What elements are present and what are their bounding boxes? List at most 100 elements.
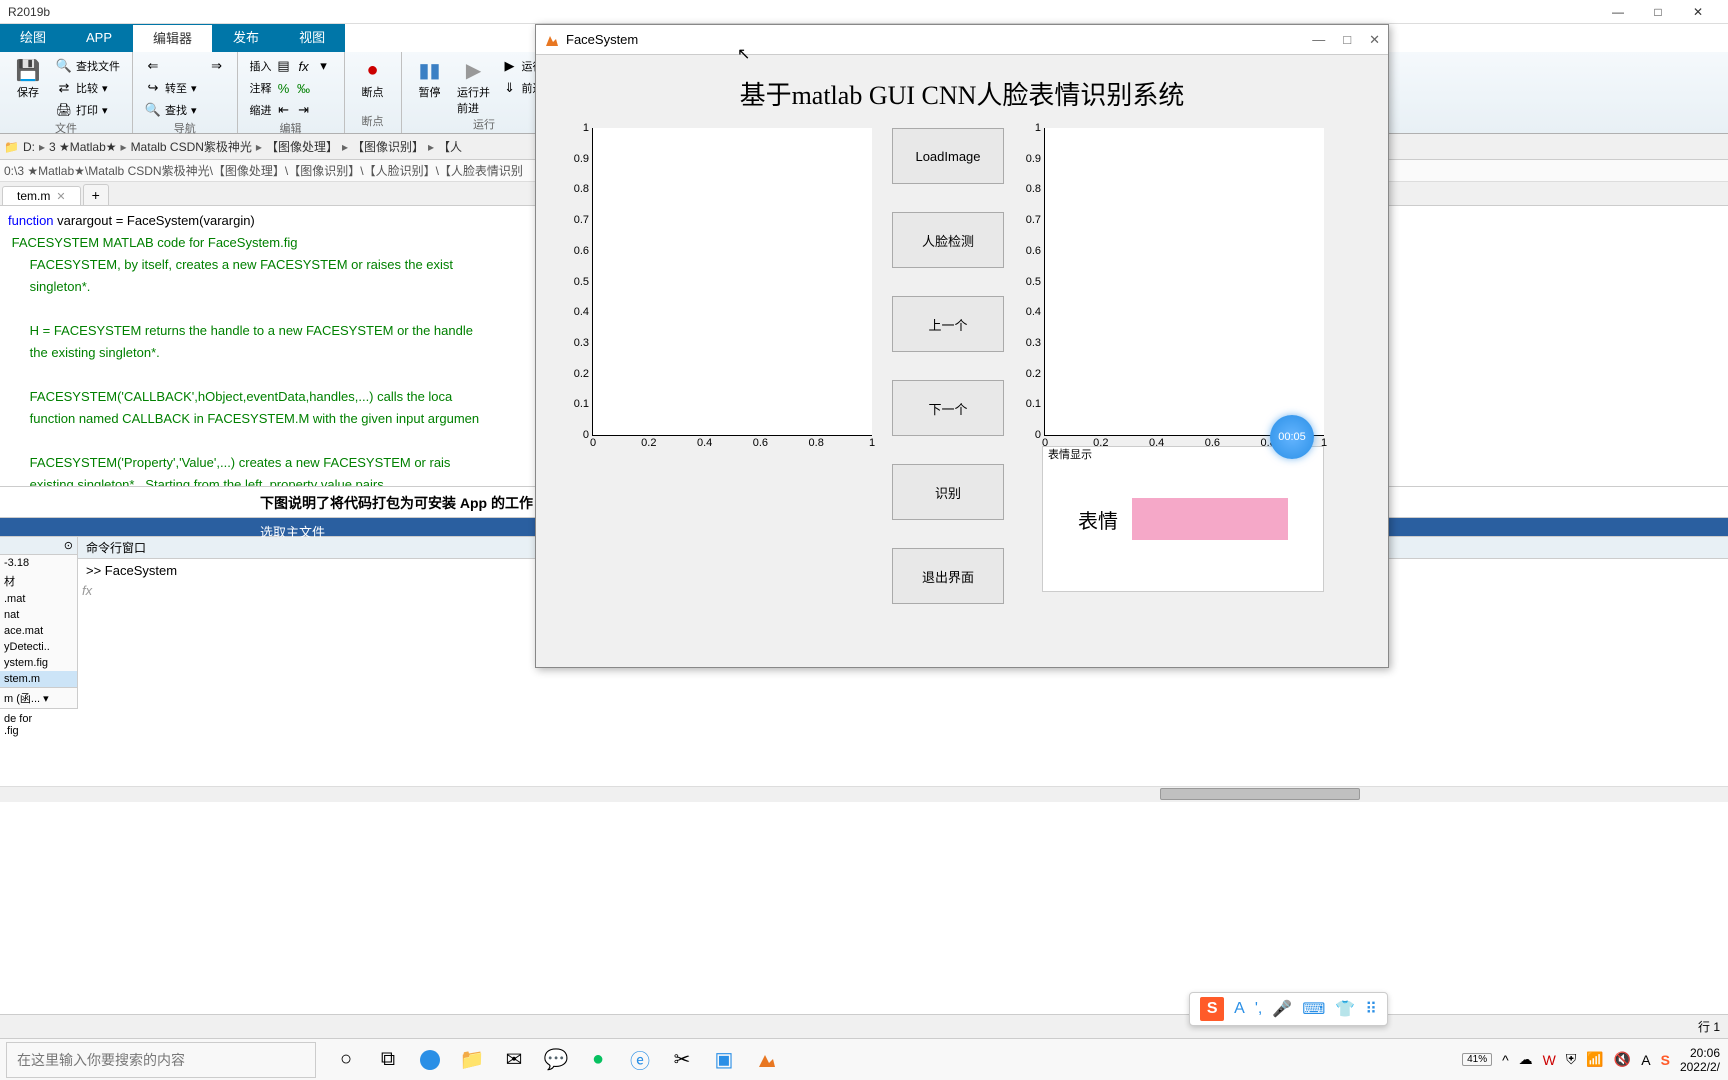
addr-seg-1[interactable]: 3 ★Matlab★ — [49, 140, 117, 154]
tab-plot[interactable]: 绘图 — [0, 24, 66, 52]
nav-fwd-button[interactable]: ⇒ — [205, 56, 229, 76]
ime-toolbar[interactable]: S A ', 🎤 ⌨ 👕 ⠿ — [1189, 992, 1388, 1026]
exit-button[interactable]: 退出界面 — [892, 548, 1004, 604]
fig-maximize-icon[interactable]: □ — [1343, 32, 1351, 48]
ime-punct-icon[interactable]: ', — [1255, 1000, 1263, 1018]
window-titlebar: R2019b — □ ✕ — [0, 0, 1728, 24]
panel-menu-icon[interactable]: ⊙ — [64, 539, 73, 552]
prev-button[interactable]: 上一个 — [892, 296, 1004, 352]
tray-volume-icon[interactable]: 🔇 — [1614, 1051, 1631, 1068]
ime-skin-icon[interactable]: 👕 — [1335, 999, 1355, 1019]
tray-date[interactable]: 2022/2/ — [1680, 1060, 1720, 1074]
find-button[interactable]: 🔍查找 ▾ — [141, 100, 201, 120]
ie-icon[interactable]: ⓔ — [626, 1046, 654, 1074]
close-tab-icon[interactable]: ✕ — [56, 190, 65, 203]
taskbar-search-input[interactable]: 在这里输入你要搜索的内容 — [6, 1042, 316, 1078]
tray-lang-icon[interactable]: A — [1641, 1052, 1650, 1068]
chat-icon[interactable]: 💬 — [542, 1046, 570, 1074]
ws-item[interactable]: 材 — [0, 571, 77, 591]
folder-icon: 📁 — [4, 140, 19, 154]
tray-onedrive-icon[interactable]: ☁ — [1519, 1051, 1533, 1068]
matlab-icon[interactable] — [752, 1046, 780, 1074]
figure-window: FaceSystem — □ ✕ 基于matlab GUI CNN人脸表情识别系… — [535, 24, 1389, 668]
explorer-icon[interactable]: 📁 — [458, 1046, 486, 1074]
tab-editor[interactable]: 编辑器 — [132, 24, 213, 52]
wechat-icon[interactable]: ● — [584, 1046, 612, 1074]
snip-icon[interactable]: ✂ — [668, 1046, 696, 1074]
ime-voice-icon[interactable]: 🎤 — [1272, 999, 1292, 1019]
tab-app[interactable]: APP — [66, 24, 132, 52]
fig-close-icon[interactable]: ✕ — [1369, 32, 1380, 48]
ime-menu-icon[interactable]: ⠿ — [1365, 999, 1377, 1019]
mail-icon[interactable]: ✉ — [500, 1046, 528, 1074]
addr-seg-2[interactable]: Matalb CSDN紫极神光 — [131, 138, 252, 155]
edge-icon[interactable] — [416, 1046, 444, 1074]
comment-button[interactable]: 注释 % ‰ — [246, 78, 336, 98]
horizontal-scrollbar[interactable] — [0, 786, 1728, 802]
tray-wifi-icon[interactable]: 📶 — [1586, 1051, 1603, 1068]
next-button[interactable]: 下一个 — [892, 380, 1004, 436]
close-icon[interactable]: ✕ — [1688, 0, 1708, 23]
tab-publish[interactable]: 发布 — [213, 24, 279, 52]
insert-button[interactable]: 插入 ▤ fx ▾ — [246, 56, 336, 76]
group-label-edit: 编辑 — [246, 120, 336, 136]
run-section-icon: ▶ — [502, 58, 518, 74]
axes-left[interactable]: 1 0.9 0.8 0.7 0.6 0.5 0.4 0.3 0.2 0.1 0 … — [592, 128, 872, 436]
compare-button[interactable]: ⇄比较 ▾ — [52, 78, 124, 98]
load-image-button[interactable]: LoadImage — [892, 128, 1004, 184]
ws-item[interactable]: -3.18 — [0, 555, 77, 571]
goto-icon: ↪ — [145, 80, 161, 96]
battery-indicator[interactable]: 41% — [1462, 1053, 1492, 1066]
sogou-logo-icon[interactable]: S — [1200, 997, 1224, 1021]
insert-fx-icon: fx — [296, 58, 312, 74]
addr-seg-0[interactable]: D: — [23, 140, 35, 154]
tray-shield-icon[interactable]: ⛨ — [1566, 1051, 1577, 1068]
insert-dropdown-icon: ▾ — [316, 58, 332, 74]
add-tab-button[interactable]: + — [83, 184, 109, 205]
cortana-icon[interactable]: ○ — [332, 1046, 360, 1074]
minimize-icon[interactable]: — — [1608, 0, 1628, 23]
face-detect-button[interactable]: 人脸检测 — [892, 212, 1004, 268]
ws-item[interactable]: ace.mat — [0, 623, 77, 639]
recording-timer-badge[interactable]: 00:05 — [1270, 415, 1314, 459]
goto-button[interactable]: ↪转至 ▾ — [141, 78, 201, 98]
ws-item[interactable]: ystem.fig — [0, 655, 77, 671]
maximize-icon[interactable]: □ — [1648, 0, 1668, 23]
ime-mode[interactable]: A — [1234, 1000, 1245, 1018]
fx-icon[interactable]: fx — [82, 583, 92, 598]
nav-back-button[interactable]: ⇐ — [141, 56, 201, 76]
ws-filter-dropdown[interactable]: m (函... ▾ — [0, 687, 77, 708]
figure-titlebar[interactable]: FaceSystem — □ ✕ — [536, 25, 1388, 55]
tray-up-icon[interactable]: ^ — [1502, 1052, 1509, 1068]
ws-item-selected[interactable]: stem.m — [0, 671, 77, 687]
print-button[interactable]: 🖨打印 ▾ — [52, 100, 124, 120]
ws-item[interactable]: nat — [0, 607, 77, 623]
tray-time[interactable]: 20:06 — [1680, 1046, 1720, 1060]
file-tab[interactable]: tem.m ✕ — [2, 186, 81, 205]
addr-seg-3[interactable]: 【图像处理】 — [266, 138, 338, 155]
axes-right[interactable]: 1 0.9 0.8 0.7 0.6 0.5 0.4 0.3 0.2 0.1 0 … — [1044, 128, 1324, 436]
details-panel: de for .fig — [0, 708, 78, 778]
fig-minimize-icon[interactable]: — — [1312, 32, 1325, 48]
find-files-button[interactable]: 🔍查找文件 — [52, 56, 124, 76]
photos-icon[interactable]: ▣ — [710, 1046, 738, 1074]
task-view-icon[interactable]: ⧉ — [374, 1046, 402, 1074]
pause-button[interactable]: ▮▮ 暂停 — [410, 56, 450, 100]
scroll-thumb[interactable] — [1160, 788, 1360, 800]
addr-seg-4[interactable]: 【图像识别】 — [352, 138, 424, 155]
tray-w-icon[interactable]: W — [1543, 1052, 1556, 1068]
breakpoints-button[interactable]: ● 断点 — [353, 56, 393, 100]
save-button[interactable]: 💾 保存 — [8, 56, 48, 100]
recognize-button[interactable]: 识别 — [892, 464, 1004, 520]
status-bar: 行 1 — [0, 1014, 1728, 1038]
ime-keyboard-icon[interactable]: ⌨ — [1302, 999, 1325, 1019]
tray-sogou-icon[interactable]: S — [1661, 1052, 1670, 1068]
run-advance-button[interactable]: ▶ 运行并 前进 — [454, 56, 494, 116]
tab-view[interactable]: 视图 — [279, 24, 345, 52]
ws-item[interactable]: .mat — [0, 591, 77, 607]
indent-button[interactable]: 缩进 ⇤ ⇥ — [246, 100, 336, 120]
save-icon: 💾 — [14, 56, 42, 84]
ws-item[interactable]: yDetecti.. — [0, 639, 77, 655]
addr-seg-5[interactable]: 【人 — [438, 138, 462, 155]
group-label-file: 文件 — [8, 120, 124, 136]
